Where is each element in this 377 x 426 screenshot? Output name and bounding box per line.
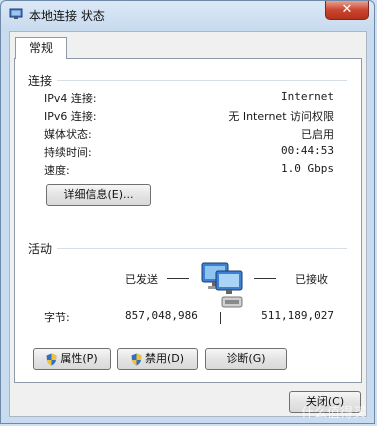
received-bytes-value: 511,189,027 <box>261 309 334 322</box>
properties-button-label: 属性(P) <box>60 352 98 365</box>
sent-bytes-value: 857,048,986 <box>125 309 198 322</box>
bytes-label: 字节: <box>44 311 70 324</box>
disable-button[interactable]: 禁用(D) <box>117 348 198 370</box>
received-dash <box>254 278 276 279</box>
ipv6-label: IPv6 连接: <box>44 110 97 123</box>
watermark: 什么值得买 <box>300 406 366 421</box>
sent-dash <box>167 278 189 279</box>
media-state-value: 已启用 <box>301 128 334 141</box>
uac-shield-icon <box>131 353 142 365</box>
media-state-label: 媒体状态: <box>44 128 92 141</box>
diagnose-button[interactable]: 诊断(G) <box>205 348 287 370</box>
disable-button-label: 禁用(D) <box>144 352 185 365</box>
speed-label: 速度: <box>44 164 70 177</box>
received-label: 已接收 <box>295 273 328 286</box>
duration-value: 00:44:53 <box>281 144 334 157</box>
ipv4-value: Internet <box>281 90 334 103</box>
connection-group-label: 连接 <box>28 74 53 88</box>
sent-label: 已发送 <box>125 273 158 286</box>
close-window-button[interactable]: ✕ <box>325 1 369 20</box>
ipv6-value: 无 Internet 访问权限 <box>228 110 334 123</box>
speed-value: 1.0 Gbps <box>281 162 334 175</box>
title-bar[interactable]: 本地连接 状态 ✕ <box>1 1 374 29</box>
activity-divider <box>57 248 347 249</box>
network-computers-icon <box>201 262 243 308</box>
uac-shield-icon <box>46 353 57 365</box>
general-tab-panel: 连接 IPv4 连接: Internet IPv6 连接: 无 Internet… <box>14 58 362 383</box>
ipv4-label: IPv4 连接: <box>44 92 97 105</box>
activity-group-label: 活动 <box>28 242 53 256</box>
properties-button[interactable]: 属性(P) <box>33 348 111 370</box>
status-window: 本地连接 状态 ✕ 常规 连接 IPv4 连接: Internet IPv6 连… <box>0 0 375 424</box>
network-icon <box>9 8 23 19</box>
activity-stem <box>220 312 221 324</box>
connection-divider <box>57 80 347 81</box>
window-title: 本地连接 状态 <box>29 9 105 23</box>
details-button[interactable]: 详细信息(E)... <box>46 184 151 206</box>
duration-label: 持续时间: <box>44 146 92 159</box>
tab-general[interactable]: 常规 <box>15 37 67 59</box>
